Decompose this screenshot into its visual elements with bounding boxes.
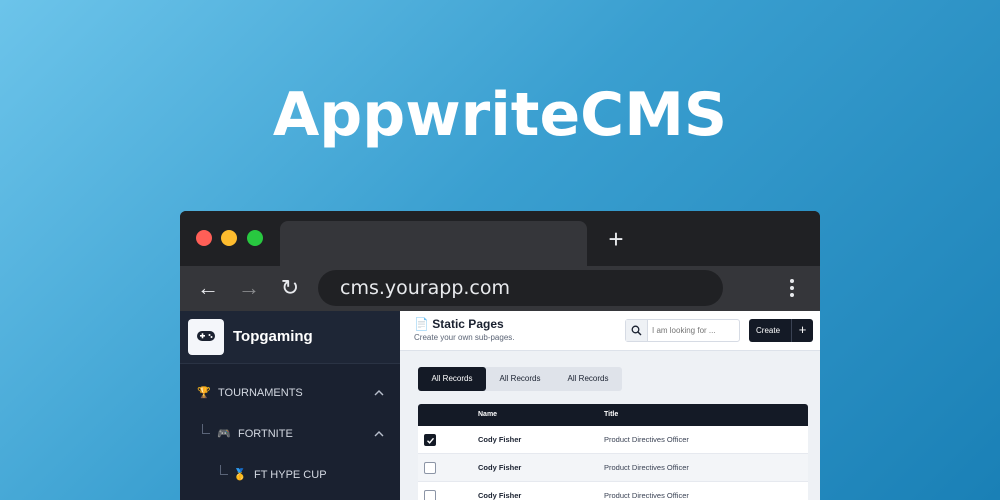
row-checkbox[interactable]	[424, 490, 436, 500]
search-icon[interactable]	[626, 320, 648, 341]
create-button-label: Create	[756, 326, 781, 335]
browser-window: + ← → ↻ cms.yourapp.com Topgaming 🏆 TOUR…	[180, 211, 820, 500]
page-title: 📄 Static Pages	[414, 317, 504, 331]
sidebar-item-label: TOURNAMENTS	[218, 387, 303, 399]
trophy-icon: 🏆	[197, 387, 211, 399]
brand-header: Topgaming	[180, 311, 400, 364]
sidebar-item-label: FORTNITE	[238, 428, 293, 440]
browser-toolbar: ← → ↻ cms.yourapp.com	[180, 266, 820, 311]
new-tab-button[interactable]: +	[604, 225, 628, 253]
plus-icon: +	[791, 319, 813, 342]
more-menu-icon[interactable]	[780, 277, 804, 301]
hero-title: AppwriteCMS	[272, 80, 728, 150]
tree-connector	[202, 424, 210, 434]
chevron-up-icon[interactable]	[372, 423, 386, 445]
address-bar[interactable]: cms.yourapp.com	[318, 270, 723, 306]
page-title-text: Static Pages	[432, 317, 504, 331]
gamepad-icon	[188, 319, 224, 355]
records-table: Name Title Cody Fisher Product Directive…	[418, 404, 808, 500]
check-icon	[427, 437, 435, 444]
cell-name: Cody Fisher	[478, 463, 522, 472]
sidebar: Topgaming 🏆 TOURNAMENTS 🎮 FORTNITE 🥇 FT HYP…	[180, 311, 400, 500]
table-row[interactable]: Cody Fisher Product Directives Officer	[418, 482, 808, 500]
search-input[interactable]	[652, 322, 737, 339]
page-header: 📄 Static Pages Create your own sub-pages…	[400, 311, 820, 351]
minimize-window-button[interactable]	[221, 230, 237, 246]
medal-icon: 🥇	[233, 469, 247, 481]
sidebar-item-fortnite[interactable]: 🎮 FORTNITE	[216, 423, 386, 445]
cell-title: Product Directives Officer	[604, 463, 689, 472]
forward-icon[interactable]: →	[235, 275, 263, 301]
cell-title: Product Directives Officer	[604, 435, 689, 444]
tab-all-records[interactable]: All Records	[418, 367, 486, 391]
tab-all-records[interactable]: All Records	[486, 367, 554, 391]
column-header-name[interactable]: Name	[478, 404, 497, 426]
row-checkbox[interactable]	[424, 434, 436, 446]
cms-app: Topgaming 🏆 TOURNAMENTS 🎮 FORTNITE 🥇 FT HYP…	[180, 311, 820, 500]
row-checkbox[interactable]	[424, 462, 436, 474]
main-panel: 📄 Static Pages Create your own sub-pages…	[400, 311, 820, 500]
close-window-button[interactable]	[196, 230, 212, 246]
cell-title: Product Directives Officer	[604, 491, 689, 500]
chevron-up-icon[interactable]	[372, 382, 386, 404]
reload-icon[interactable]: ↻	[276, 275, 304, 301]
records-tabs: All Records All Records All Records	[418, 367, 622, 391]
sidebar-item-label: FT HYPE CUP	[254, 469, 327, 481]
back-icon[interactable]: ←	[194, 275, 222, 301]
table-header: Name Title	[418, 404, 808, 426]
maximize-window-button[interactable]	[247, 230, 263, 246]
cell-name: Cody Fisher	[478, 435, 522, 444]
document-icon: 📄	[414, 317, 429, 331]
gamepad-icon: 🎮	[217, 428, 231, 440]
column-header-title[interactable]: Title	[604, 404, 618, 426]
browser-tab[interactable]	[280, 221, 587, 266]
table-row[interactable]: Cody Fisher Product Directives Officer	[418, 454, 808, 482]
sidebar-item-ft-hype-cup[interactable]: 🥇 FT HYPE CUP	[232, 464, 382, 486]
sidebar-item-tournaments[interactable]: 🏆 TOURNAMENTS	[196, 382, 386, 404]
tree-connector	[220, 465, 228, 475]
table-row[interactable]: Cody Fisher Product Directives Officer	[418, 426, 808, 454]
browser-titlebar: +	[180, 211, 820, 266]
brand-name: Topgaming	[233, 328, 313, 345]
page-subtitle: Create your own sub-pages.	[414, 333, 515, 342]
tab-all-records[interactable]: All Records	[554, 367, 622, 391]
cell-name: Cody Fisher	[478, 491, 522, 500]
create-button[interactable]: Create +	[749, 319, 813, 342]
search-box	[625, 319, 740, 342]
